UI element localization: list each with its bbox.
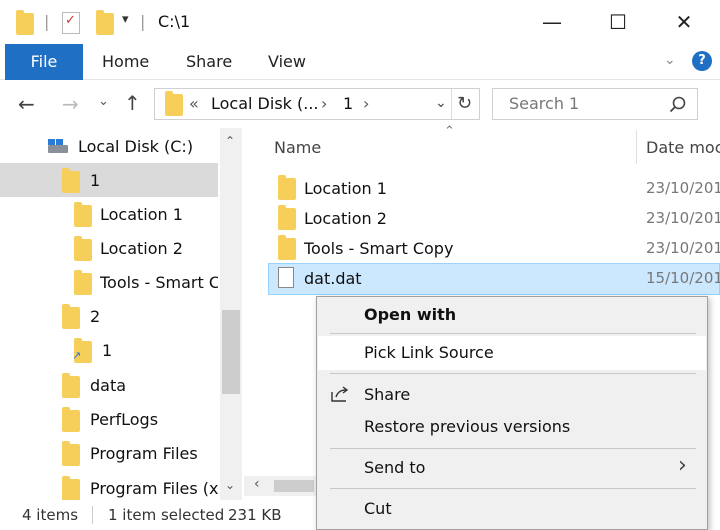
menu-separator — [330, 333, 696, 334]
menu-item-open-with[interactable]: Open with — [364, 305, 456, 325]
nav-item-1[interactable]: 1 — [90, 171, 100, 191]
menu-item-cut[interactable]: Cut — [364, 499, 392, 519]
sort-ascending-icon: ⌃ — [444, 124, 455, 139]
folder-icon — [278, 175, 296, 200]
scroll-up-icon[interactable]: ⌃ — [225, 134, 235, 148]
folder-icon — [62, 304, 80, 329]
forward-arrow-icon[interactable]: → — [62, 92, 79, 116]
maximize-button[interactable]: ☐ — [600, 8, 636, 36]
file-name: Location 1 — [304, 179, 387, 198]
back-arrow-icon[interactable]: ← — [18, 92, 35, 116]
horizontal-scrollbar-thumb[interactable] — [274, 480, 314, 492]
status-selection: 1 item selected — [108, 506, 225, 524]
close-button[interactable]: ✕ — [666, 8, 702, 36]
nav-selection-highlight — [0, 163, 218, 197]
recent-locations-icon[interactable]: ⌄ — [98, 94, 109, 109]
column-header-name[interactable]: Name — [274, 138, 321, 158]
menu-item-pick-link-source[interactable]: Pick Link Source — [364, 343, 494, 363]
menu-item-restore-previous-versions[interactable]: Restore previous versions — [364, 417, 570, 437]
nav-item-perflogs[interactable]: PerfLogs — [90, 410, 158, 430]
drive-icon — [46, 138, 68, 154]
address-divider — [451, 89, 452, 119]
window-title: C:\1 — [158, 12, 191, 31]
folder-icon — [62, 441, 80, 466]
file-date: 23/10/201 — [646, 209, 720, 227]
folder-icon — [62, 168, 80, 193]
qat-separator: | — [44, 12, 50, 31]
breadcrumb-chevron-icon[interactable]: › — [363, 94, 369, 114]
folder-icon — [74, 270, 92, 295]
customize-qat-icon[interactable]: ▾ — [122, 12, 129, 27]
breadcrumb-chevron-icon[interactable]: › — [321, 94, 327, 114]
search-box[interactable]: Search 1 — [492, 88, 698, 120]
status-size: 231 KB — [228, 506, 282, 524]
menu-item-share[interactable]: Share — [364, 385, 410, 405]
up-arrow-icon[interactable]: ↑ — [124, 91, 141, 115]
status-item-count: 4 items — [22, 506, 79, 524]
column-header-date[interactable]: Date moc — [646, 138, 720, 158]
file-name: dat.dat — [304, 269, 362, 288]
folder-icon — [278, 235, 296, 260]
folder-icon — [74, 236, 92, 261]
file-date: 15/10/201 — [646, 269, 720, 287]
nav-item-program-files-x86[interactable]: Program Files (x8 — [90, 479, 218, 499]
nav-item-program-files[interactable]: Program Files — [90, 444, 198, 464]
nav-item-2[interactable]: 2 — [90, 307, 100, 327]
context-menu — [316, 296, 708, 530]
breadcrumb-local-disk[interactable]: Local Disk (... — [211, 94, 319, 114]
file-name: Location 2 — [304, 209, 387, 228]
folder-icon — [165, 91, 183, 116]
file-date: 23/10/201 — [646, 179, 720, 197]
nav-item-data[interactable]: data — [90, 376, 126, 396]
address-overflow[interactable]: « — [189, 94, 199, 114]
column-divider[interactable] — [636, 130, 637, 164]
tab-file[interactable]: File — [5, 44, 83, 80]
nav-item-local-disk[interactable]: Local Disk (C:) — [78, 137, 193, 157]
nav-item-1-shortcut[interactable]: 1 — [102, 341, 112, 361]
tab-home[interactable]: Home — [102, 44, 149, 80]
folder-icon — [62, 373, 80, 398]
status-divider — [92, 506, 93, 524]
folder-icon — [74, 202, 92, 227]
search-input[interactable]: Search 1 — [509, 94, 579, 114]
search-icon — [669, 96, 686, 113]
nav-item-location-1[interactable]: Location 1 — [100, 205, 183, 225]
nav-scrollbar-thumb[interactable] — [222, 310, 240, 394]
scroll-left-icon[interactable]: ‹ — [254, 476, 260, 492]
address-dropdown-icon[interactable]: ⌄ — [435, 95, 447, 111]
submenu-arrow-icon: › — [678, 453, 687, 478]
file-date: 23/10/201 — [646, 239, 720, 257]
menu-separator — [330, 373, 696, 374]
folder-icon — [62, 476, 80, 501]
title-separator: | — [140, 12, 146, 31]
share-icon — [331, 386, 349, 402]
folder-shortcut-icon: ↗ — [72, 338, 92, 363]
folder-icon — [62, 407, 80, 432]
menu-separator — [330, 488, 696, 489]
nav-item-tools[interactable]: Tools - Smart Co — [100, 273, 218, 293]
horizontal-scrollbar[interactable]: ‹ — [244, 476, 318, 496]
address-bar[interactable]: « Local Disk (... › 1 › ⌄ ↻ — [154, 88, 480, 120]
properties-icon[interactable]: ✓ — [62, 12, 80, 34]
folder-icon — [16, 10, 34, 35]
folder-icon — [278, 205, 296, 230]
scroll-down-icon[interactable]: ⌄ — [225, 478, 235, 492]
menu-separator — [330, 448, 696, 449]
expand-ribbon-icon[interactable]: ⌄ — [664, 52, 676, 68]
nav-item-location-2[interactable]: Location 2 — [100, 239, 183, 259]
tab-share[interactable]: Share — [186, 44, 232, 80]
help-icon[interactable]: ? — [692, 51, 712, 71]
refresh-icon[interactable]: ↻ — [457, 93, 472, 114]
title-bar: | ✓ ▾ | C:\1 — ☐ ✕ — [0, 0, 720, 44]
new-folder-icon[interactable] — [96, 10, 114, 35]
tab-view[interactable]: View — [268, 44, 306, 80]
menu-item-send-to[interactable]: Send to — [364, 458, 425, 478]
minimize-button[interactable]: — — [534, 8, 570, 36]
breadcrumb-1[interactable]: 1 — [343, 94, 353, 114]
file-icon — [278, 267, 294, 288]
file-name: Tools - Smart Copy — [304, 239, 454, 258]
